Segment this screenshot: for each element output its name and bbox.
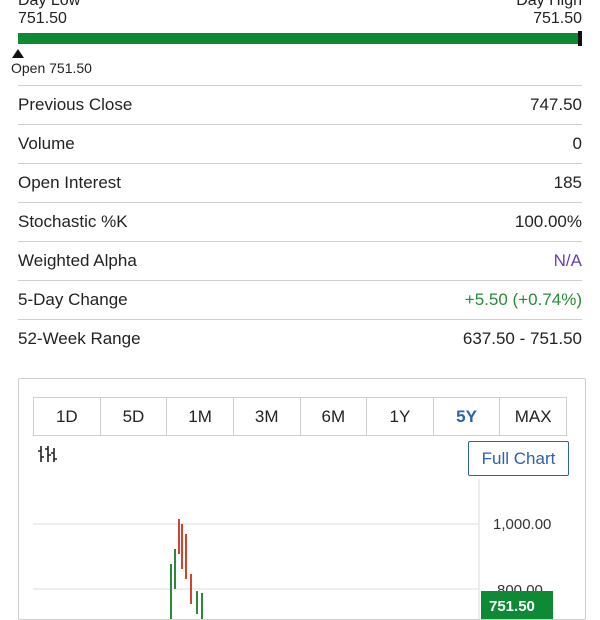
stat-value: N/A bbox=[553, 251, 582, 270]
tab-5d[interactable]: 5D bbox=[101, 398, 168, 435]
stats-table: Previous Close 747.50 Volume 0 Open Inte… bbox=[18, 85, 582, 358]
stat-row-52-week-range: 52-Week Range 637.50 - 751.50 bbox=[18, 319, 582, 358]
stat-row-previous-close: Previous Close 747.50 bbox=[18, 85, 582, 124]
full-chart-button[interactable]: Full Chart bbox=[468, 441, 569, 476]
stat-name: Open Interest bbox=[18, 173, 122, 192]
stat-row-5-day-change: 5-Day Change +5.50 (+0.74%) bbox=[18, 280, 582, 319]
price-plot[interactable]: 1,000.00 800.00 751.50 bbox=[19, 479, 585, 619]
stat-value: 100.00% bbox=[514, 212, 582, 231]
day-range-bar bbox=[18, 31, 582, 46]
stat-value: 185 bbox=[553, 173, 582, 192]
price-chart-card: 1D 5D 1M 3M 6M 1Y 5Y MAX Full Chart 1,00… bbox=[18, 378, 586, 620]
tab-max[interactable]: MAX bbox=[500, 398, 566, 435]
stat-value: 0 bbox=[572, 134, 582, 153]
stat-name: Previous Close bbox=[18, 95, 133, 114]
tab-1m[interactable]: 1M bbox=[167, 398, 234, 435]
day-range-end-marker bbox=[578, 31, 582, 46]
open-marker-icon bbox=[12, 49, 24, 58]
chart-period-tabs: 1D 5D 1M 3M 6M 1Y 5Y MAX bbox=[33, 397, 567, 436]
tab-6m[interactable]: 6M bbox=[301, 398, 368, 435]
stat-name: Weighted Alpha bbox=[18, 251, 137, 270]
open-price-label: Open 751.50 bbox=[11, 60, 92, 76]
tab-1d[interactable]: 1D bbox=[34, 398, 101, 435]
day-range-header: Day Low 751.50 Day High 751.50 bbox=[18, 0, 582, 32]
tab-3m[interactable]: 3M bbox=[234, 398, 301, 435]
stat-name: 52-Week Range bbox=[18, 329, 141, 348]
stat-value: +5.50 (+0.74%) bbox=[464, 290, 582, 309]
tab-1y[interactable]: 1Y bbox=[367, 398, 434, 435]
stat-row-weighted-alpha: Weighted Alpha N/A bbox=[18, 241, 582, 280]
day-low-value: 751.50 bbox=[18, 10, 67, 27]
y-tick-label-1000: 1,000.00 bbox=[493, 516, 551, 533]
day-low-label: Day Low bbox=[18, 0, 81, 9]
stat-row-stochastic-k: Stochastic %K 100.00% bbox=[18, 202, 582, 241]
stat-row-volume: Volume 0 bbox=[18, 124, 582, 163]
day-high-label: Day High bbox=[516, 0, 582, 9]
ohlc-bars-icon[interactable] bbox=[37, 443, 59, 470]
day-high-value: 751.50 bbox=[533, 10, 582, 27]
stat-value: 637.50 - 751.50 bbox=[462, 329, 582, 348]
stat-row-open-interest: Open Interest 185 bbox=[18, 163, 582, 202]
tab-5y[interactable]: 5Y bbox=[434, 398, 501, 435]
stat-name: 5-Day Change bbox=[18, 290, 128, 309]
current-price-label: 751.50 bbox=[489, 598, 535, 615]
stat-value: 747.50 bbox=[530, 95, 582, 114]
stat-name: Stochastic %K bbox=[18, 212, 128, 231]
stat-name: Volume bbox=[18, 134, 75, 153]
